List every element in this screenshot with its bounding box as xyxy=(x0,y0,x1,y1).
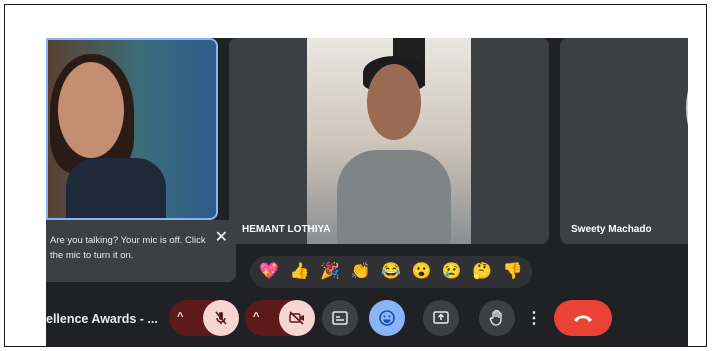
more-vert-icon: ⋮ xyxy=(526,310,542,327)
camera-off-icon xyxy=(289,311,304,325)
participant-face xyxy=(58,62,124,158)
participant-name: Sweety Machado xyxy=(571,224,652,235)
reaction-sad[interactable]: 😢 xyxy=(442,264,462,280)
participant-tile-sweety[interactable]: Sweety Machado xyxy=(560,38,688,244)
participant-face xyxy=(367,64,421,140)
participant-avatar xyxy=(686,68,688,148)
close-icon[interactable]: ✕ xyxy=(215,230,228,246)
raise-hand-button[interactable] xyxy=(479,300,515,336)
captions-button[interactable] xyxy=(322,300,358,336)
participant-tile-self[interactable] xyxy=(46,38,218,220)
captions-icon xyxy=(332,311,348,325)
present-screen-icon xyxy=(433,311,449,324)
hang-up-icon xyxy=(574,315,592,322)
mic-options-chevron-icon[interactable]: ^ xyxy=(177,311,183,323)
reactions-bar: 💖 👍 🎉 👏 😂 😮 😢 🤔 👎 xyxy=(250,256,532,288)
send-reaction-button[interactable] xyxy=(369,300,405,336)
mic-off-icon xyxy=(215,311,227,325)
reaction-thumbs-up[interactable]: 👍 xyxy=(290,264,310,280)
participant-tile-hemant[interactable]: HEMANT LOTHIYA xyxy=(229,38,549,244)
meet-window: HEMANT LOTHIYA Sweety Machado Are you ta… xyxy=(46,38,688,346)
reaction-surprised[interactable]: 😮 xyxy=(411,264,431,280)
reaction-thumbs-down[interactable]: 👎 xyxy=(503,264,523,280)
present-now-button[interactable] xyxy=(423,300,459,336)
leave-call-button[interactable] xyxy=(554,300,612,336)
hand-icon xyxy=(489,309,502,326)
reaction-clap[interactable]: 👏 xyxy=(351,264,371,280)
participant-name: HEMANT LOTHIYA xyxy=(242,224,331,235)
meeting-title: ellence Awards - ... xyxy=(46,312,158,326)
mic-off-toast: Are you talking? Your mic is off. Click … xyxy=(46,220,236,282)
participant-body xyxy=(66,158,166,218)
reaction-heart[interactable]: 💖 xyxy=(259,264,279,280)
reaction-party[interactable]: 🎉 xyxy=(320,264,340,280)
mic-toggle-button[interactable] xyxy=(203,300,239,336)
emoji-icon xyxy=(379,310,395,326)
participant-body xyxy=(337,150,451,244)
toast-message: Are you talking? Your mic is off. Click … xyxy=(50,235,206,261)
control-bar: ellence Awards - ... ^ ^ ⋮ xyxy=(46,294,688,346)
camera-control: ^ xyxy=(245,300,315,336)
camera-options-chevron-icon[interactable]: ^ xyxy=(253,311,259,323)
reaction-thinking[interactable]: 🤔 xyxy=(472,264,492,280)
more-options-button[interactable]: ⋮ xyxy=(524,300,544,336)
mic-control: ^ xyxy=(169,300,239,336)
camera-toggle-button[interactable] xyxy=(279,300,315,336)
reaction-laugh[interactable]: 😂 xyxy=(381,264,401,280)
